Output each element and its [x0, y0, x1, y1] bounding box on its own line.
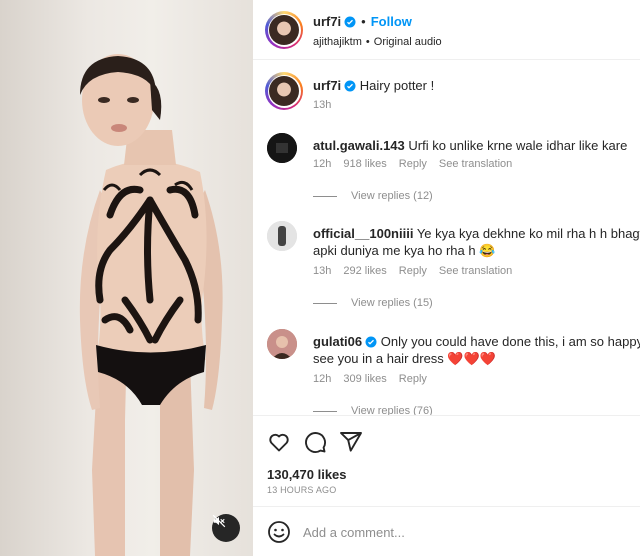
comment-username[interactable]: gulati06: [313, 334, 362, 349]
mute-button[interactable]: [212, 514, 240, 542]
comments-list[interactable]: urf7i Hairy potter ! 13h atul.gawali.143…: [253, 61, 640, 415]
comment-username[interactable]: atul.gawali.143: [313, 138, 405, 153]
see-translation-button[interactable]: See translation: [439, 265, 512, 277]
post-media[interactable]: [0, 0, 253, 556]
reply-button[interactable]: Reply: [399, 373, 427, 385]
comment-text: Ye kya kya dekhne ko mil rha h h bhagwan: [416, 226, 640, 241]
commenter-avatar[interactable]: [267, 329, 297, 359]
likes-count[interactable]: 130,470 likes: [267, 467, 347, 482]
caption-username[interactable]: urf7i: [313, 78, 341, 93]
audio-owner[interactable]: ajithajiktm: [313, 36, 362, 48]
mute-icon: [212, 514, 226, 528]
share-icon[interactable]: [339, 430, 363, 454]
comment-text-line2: apki duniya me kya ho rha h 😂: [313, 243, 496, 258]
comment-time: 13h: [313, 265, 332, 277]
post-timestamp: 13 HOURS AGO: [267, 485, 337, 495]
follow-button[interactable]: Follow: [371, 14, 412, 29]
view-replies-label: View replies (12): [351, 190, 433, 202]
audio-separator: •: [365, 36, 370, 48]
author-avatar[interactable]: [265, 11, 303, 49]
reply-button[interactable]: Reply: [399, 265, 427, 277]
post-header: urf7i • Follow ajithajiktm • Original audio: [253, 0, 640, 60]
view-replies-label: View replies (76): [351, 405, 433, 415]
header-separator: •: [361, 14, 366, 29]
comment-time: 12h: [313, 373, 332, 385]
comment-likes[interactable]: 309 likes: [343, 373, 386, 385]
comment-input[interactable]: [303, 521, 623, 543]
avatar-image: [267, 221, 297, 251]
audio-label[interactable]: Original audio: [374, 36, 442, 48]
verified-badge-icon: [344, 80, 356, 92]
add-comment-bar: [253, 506, 640, 556]
post-photo: [79, 54, 223, 556]
comment-text-line2: see you in a hair dress ❤️❤️❤️: [313, 351, 496, 366]
see-translation-button[interactable]: See translation: [439, 158, 512, 170]
emoji-icon[interactable]: [267, 520, 291, 544]
comment-text: Only you could have done this, i am so h…: [380, 334, 640, 349]
view-replies-button[interactable]: View replies (15): [313, 297, 433, 309]
action-bar: [253, 415, 640, 465]
avatar-image: [267, 329, 297, 359]
comment-likes[interactable]: 918 likes: [343, 158, 386, 170]
comment-likes[interactable]: 292 likes: [343, 265, 386, 277]
view-replies-button[interactable]: View replies (12): [313, 190, 433, 202]
avatar-image: [267, 133, 297, 163]
caption-text: Hairy potter !: [359, 78, 435, 93]
verified-badge-icon: [365, 336, 377, 348]
comment-username[interactable]: official__100niiii: [313, 226, 413, 241]
comment-text: Urfi ko unlike krne wale idhar like kare: [408, 138, 628, 153]
view-replies-button[interactable]: View replies (76): [313, 405, 433, 415]
commenter-avatar[interactable]: [267, 221, 297, 251]
caption-avatar[interactable]: [265, 72, 303, 110]
comment-icon[interactable]: [303, 430, 327, 454]
heart-icon[interactable]: [267, 430, 291, 454]
verified-badge-icon: [344, 16, 356, 28]
view-replies-label: View replies (15): [351, 297, 433, 309]
caption-time: 13h: [313, 99, 332, 111]
comment-time: 12h: [313, 158, 332, 170]
author-username[interactable]: urf7i: [313, 14, 341, 29]
commenter-avatar[interactable]: [267, 133, 297, 163]
reply-button[interactable]: Reply: [399, 158, 427, 170]
post-panel: urf7i • Follow ajithajiktm • Original audio …: [253, 0, 640, 556]
